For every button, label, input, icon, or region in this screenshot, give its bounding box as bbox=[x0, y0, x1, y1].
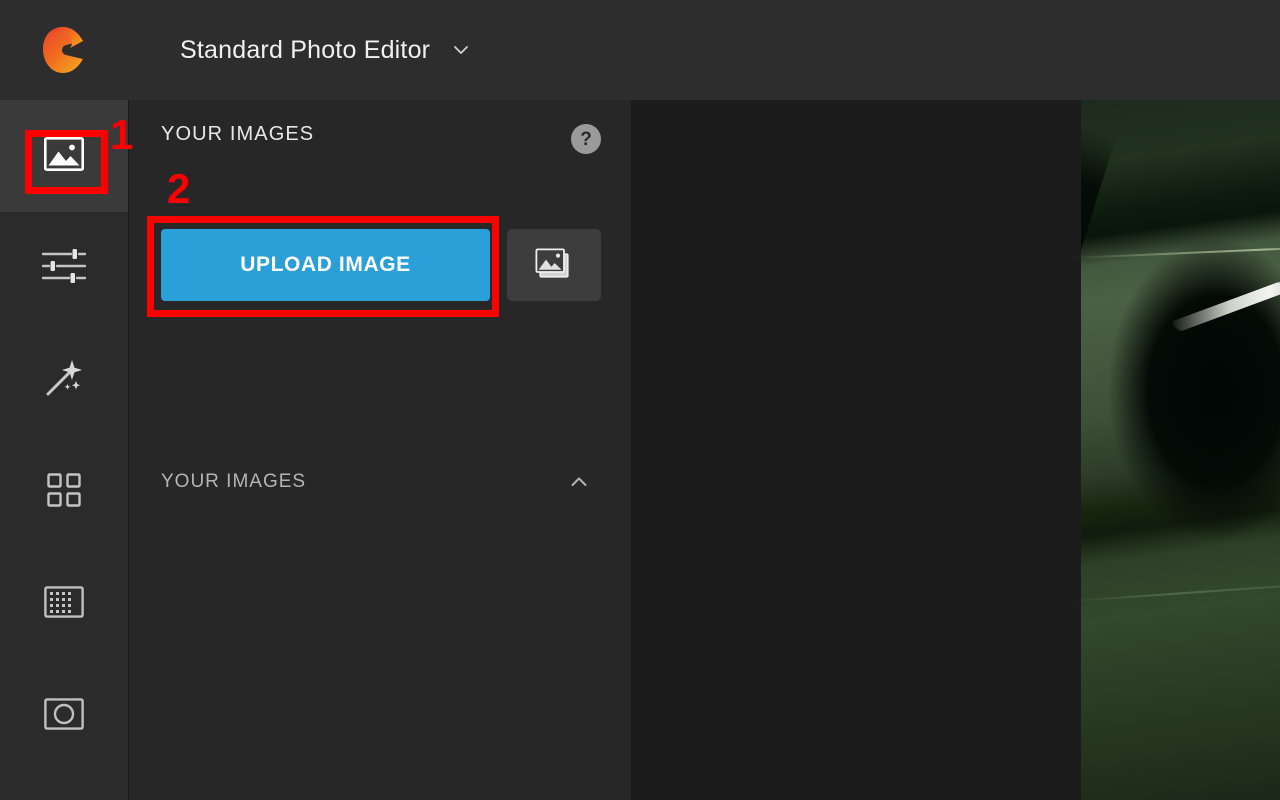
chevron-down-icon[interactable] bbox=[452, 41, 470, 59]
texture-icon bbox=[44, 586, 84, 623]
image-icon bbox=[44, 137, 84, 176]
panel-title: YOUR IMAGES bbox=[161, 123, 314, 146]
brand-logo[interactable] bbox=[42, 26, 86, 74]
photo-leaf-vein bbox=[1071, 247, 1280, 259]
stock-images-button[interactable] bbox=[507, 229, 601, 301]
sidebar-item-adjust[interactable] bbox=[0, 212, 128, 324]
upload-row: UPLOAD IMAGE bbox=[161, 229, 601, 301]
sidebar-item-textures[interactable] bbox=[0, 548, 128, 660]
grid-squares-icon bbox=[47, 473, 81, 512]
sidebar-item-images[interactable] bbox=[0, 100, 128, 212]
left-icon-rail bbox=[0, 100, 129, 800]
photo-leaf-edge-highlight bbox=[1168, 272, 1280, 346]
sidebar-item-effects[interactable] bbox=[0, 324, 128, 436]
editor-canvas[interactable] bbox=[631, 100, 1280, 800]
canvas-photo[interactable] bbox=[1081, 100, 1280, 800]
sidebar-item-frames[interactable] bbox=[0, 660, 128, 772]
app-root: Standard Photo Editor bbox=[0, 0, 1280, 800]
section-label: YOUR IMAGES bbox=[161, 471, 306, 493]
frame-circle-icon bbox=[44, 698, 84, 735]
upload-image-button[interactable]: UPLOAD IMAGE bbox=[161, 229, 490, 301]
your-images-section-header[interactable]: YOUR IMAGES bbox=[129, 457, 631, 507]
question-mark-icon: ? bbox=[580, 130, 592, 149]
sliders-icon bbox=[41, 247, 87, 290]
help-button[interactable]: ? bbox=[571, 124, 601, 154]
magic-wand-icon bbox=[43, 357, 85, 404]
photo-leaf-vein bbox=[1071, 584, 1280, 602]
photo-shadow-top bbox=[1081, 100, 1161, 250]
chevron-up-icon[interactable] bbox=[569, 472, 589, 492]
stacked-photos-icon bbox=[535, 246, 573, 285]
images-panel: YOUR IMAGES ? UPLOAD IMAGE YOUR IMAGES bbox=[129, 100, 631, 800]
panel-header: YOUR IMAGES ? bbox=[129, 100, 631, 176]
top-bar: Standard Photo Editor bbox=[0, 0, 1280, 100]
page-title: Standard Photo Editor bbox=[180, 36, 430, 65]
sidebar-item-overlays[interactable] bbox=[0, 436, 128, 548]
app-title-dropdown[interactable]: Standard Photo Editor bbox=[180, 0, 470, 100]
your-images-list bbox=[129, 507, 631, 800]
